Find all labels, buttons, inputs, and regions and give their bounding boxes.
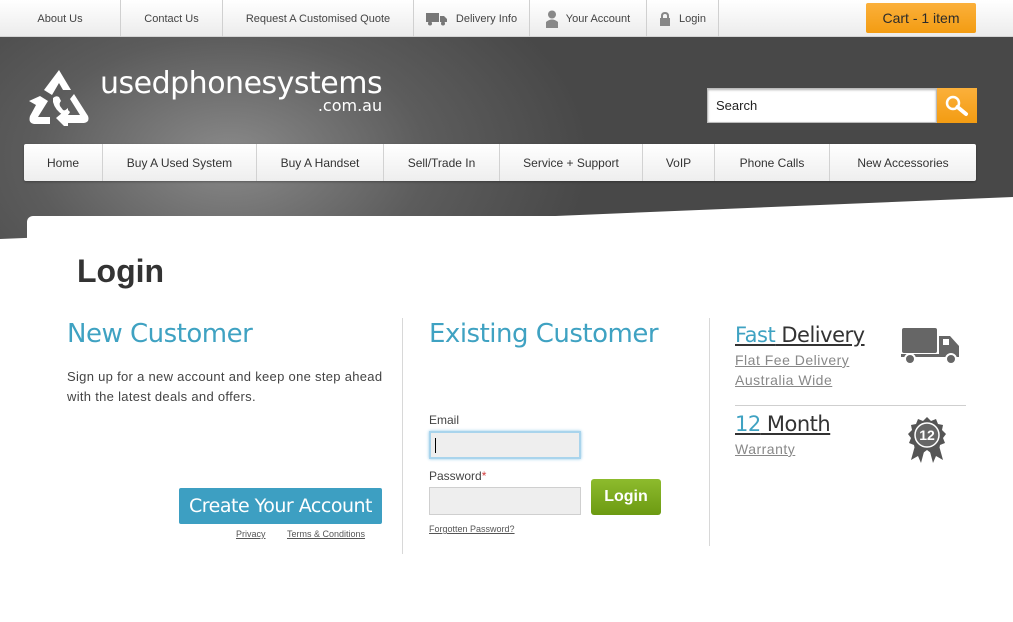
search-icon <box>945 95 968 116</box>
nav-item-buy-handset[interactable]: Buy A Handset <box>257 144 384 181</box>
nav-item-voip[interactable]: VoIP <box>643 144 715 181</box>
about-us-link[interactable]: About Us <box>0 0 121 37</box>
login-button-label: Login <box>604 488 648 505</box>
sidebar-divider <box>709 318 710 546</box>
recycle-phone-icon <box>29 70 89 126</box>
page-title: Login <box>77 253 165 289</box>
terms-link[interactable]: Terms & Conditions <box>287 529 365 539</box>
nav-item-label: Phone Calls <box>739 155 805 170</box>
truck-icon <box>425 12 447 25</box>
column-divider <box>402 318 403 554</box>
create-account-label: Create Your Account <box>189 495 373 517</box>
delivery-info-label: Delivery Info <box>455 12 518 25</box>
request-quote-label: Request A Customised Quote <box>245 12 391 25</box>
search-button[interactable] <box>937 88 977 123</box>
request-quote-link[interactable]: Request A Customised Quote <box>223 0 414 37</box>
warranty-subtext[interactable]: Warranty <box>735 439 795 459</box>
login-link[interactable]: Login <box>647 0 719 37</box>
features-divider <box>735 405 966 406</box>
fast-delivery-highlight: Fast <box>735 323 776 347</box>
warranty-title-rest: Month <box>760 412 831 436</box>
top-utility-bar: About Us Contact Us Request A Customised… <box>0 0 1013 37</box>
site-logo[interactable]: usedphonesystems .com.au <box>26 68 383 126</box>
privacy-link[interactable]: Privacy <box>236 529 266 539</box>
nav-item-home[interactable]: Home <box>24 144 103 181</box>
cart-button[interactable]: Cart - 1 item <box>866 3 976 33</box>
nav-item-label: Buy A Handset <box>280 155 360 170</box>
your-account-label: Your Account <box>565 12 631 25</box>
lock-icon <box>660 11 671 26</box>
search-input[interactable]: Search <box>707 88 937 123</box>
required-mark: * <box>481 469 487 483</box>
nav-item-buy-used-system[interactable]: Buy A Used System <box>103 144 257 181</box>
user-icon <box>545 10 558 28</box>
contact-us-label: Contact Us <box>144 12 199 25</box>
content-panel <box>27 216 977 622</box>
fast-delivery-title[interactable]: Fast Delivery <box>735 323 865 347</box>
warranty-badge-icon: 12 <box>908 417 946 463</box>
search-value: Search <box>716 98 758 113</box>
text-caret <box>435 438 436 453</box>
main-nav: Home Buy A Used System Buy A Handset Sel… <box>24 144 976 181</box>
password-label: Password <box>429 469 482 483</box>
password-field[interactable] <box>429 487 581 515</box>
nav-item-label: Sell/Trade In <box>407 155 476 170</box>
nav-item-phone-calls[interactable]: Phone Calls <box>715 144 830 181</box>
delivery-line-2: Australia Wide <box>735 372 833 388</box>
new-customer-heading: New Customer <box>67 319 253 349</box>
nav-item-sell-trade-in[interactable]: Sell/Trade In <box>384 144 500 181</box>
delivery-truck-icon <box>901 328 959 365</box>
create-account-button[interactable]: Create Your Account <box>179 488 382 524</box>
warranty-highlight: 12 <box>735 412 761 436</box>
nav-item-new-accessories[interactable]: New Accessories <box>830 144 976 181</box>
delivery-info-link[interactable]: Delivery Info <box>414 0 530 37</box>
delivery-line-1: Flat Fee Delivery <box>735 352 850 368</box>
nav-item-service-support[interactable]: Service + Support <box>500 144 643 181</box>
new-customer-text: Sign up for a new account and keep one s… <box>67 369 383 404</box>
login-button[interactable]: Login <box>591 479 661 515</box>
nav-item-label: VoIP <box>665 155 692 170</box>
email-label: Email <box>429 413 460 427</box>
email-field[interactable] <box>429 431 581 459</box>
existing-customer-heading: Existing Customer <box>429 319 659 349</box>
fast-delivery-rest: Delivery <box>775 323 865 347</box>
your-account-link[interactable]: Your Account <box>530 0 647 37</box>
nav-item-label: Service + Support <box>523 155 619 170</box>
nav-item-label: Home <box>46 155 79 170</box>
about-us-label: About Us <box>37 12 83 25</box>
forgotten-password-link[interactable]: Forgotten Password? <box>429 524 515 534</box>
password-label-row: Password* <box>429 469 486 483</box>
nav-item-label: Buy A Used System <box>126 155 233 170</box>
delivery-subtext[interactable]: Flat Fee Delivery Australia Wide <box>735 350 849 390</box>
login-link-label: Login <box>679 12 706 25</box>
warranty-title[interactable]: 12 Month <box>735 412 831 436</box>
warranty-badge-number: 12 <box>919 427 935 443</box>
cart-label: Cart - 1 item <box>882 10 960 26</box>
nav-item-label: New Accessories <box>857 155 949 170</box>
contact-us-link[interactable]: Contact Us <box>121 0 223 37</box>
